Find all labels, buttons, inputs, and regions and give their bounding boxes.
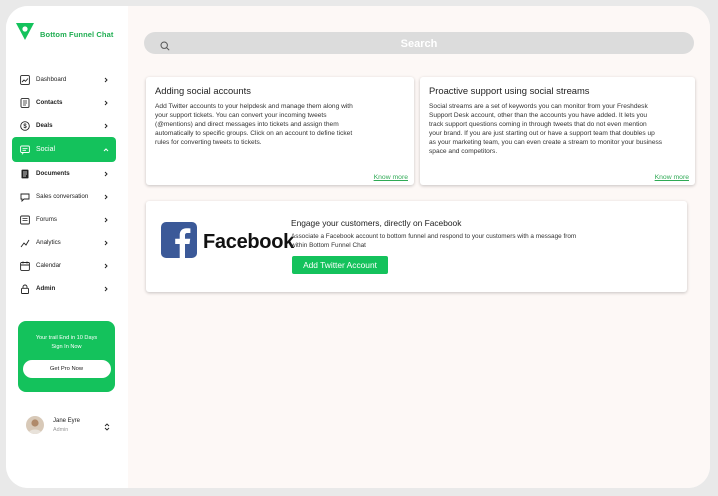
deals-icon: $ xyxy=(19,120,30,131)
search-placeholder: Search xyxy=(400,38,438,50)
chevron-right-icon xyxy=(102,76,110,84)
facebook-wordmark: Facebook xyxy=(203,231,294,253)
add-twitter-account-button[interactable]: Add Twitter Account xyxy=(292,256,388,274)
sidebar-item-analytics[interactable]: Analytics xyxy=(12,231,116,254)
card-text-line: track support questions coming in throug… xyxy=(429,121,647,128)
card-text-line: your support tickets. You can convert yo… xyxy=(155,112,327,119)
chevron-right-icon xyxy=(102,285,110,293)
sidebar-item-label: Social xyxy=(36,146,56,153)
card-text-line: rules for converting tweets to tickets. xyxy=(155,139,262,146)
chevron-right-icon xyxy=(102,239,110,247)
upgrade-promo: Your trail End in 10 Days Sign In Now Ge… xyxy=(18,321,115,392)
forums-icon xyxy=(19,214,30,225)
sidebar-item-documents[interactable]: Documents xyxy=(12,162,116,185)
chevron-right-icon xyxy=(102,170,110,178)
card-text-line: Add Twitter accounts to your helpdesk an… xyxy=(155,103,353,110)
app-window: Bottom Funnel Chat Dashboard Contacts $ xyxy=(6,6,710,488)
facebook-card-description: Associate a Facebook account to bottom f… xyxy=(291,232,576,250)
sidebar-item-label: Sales conversation xyxy=(36,193,89,200)
brand-name: Bottom Funnel Chat xyxy=(40,29,114,39)
chevron-right-icon xyxy=(102,99,110,107)
card-text-line: (@mentions) and direct messages into tic… xyxy=(155,121,339,128)
chat-icon xyxy=(19,191,30,202)
get-pro-button[interactable]: Get Pro Now xyxy=(22,360,111,378)
card-text-line: your brand. If you are just starting out… xyxy=(429,130,655,137)
sidebar-nav: Dashboard Contacts $ Deals Social Docume… xyxy=(12,68,116,300)
sidebar-item-label: Forums xyxy=(36,216,57,223)
card-text-line: as your marketing team, you can even cre… xyxy=(429,139,663,146)
facebook-desc-line: Associate a Facebook account to bottom f… xyxy=(291,233,577,240)
documents-icon xyxy=(19,168,30,179)
search-bar[interactable]: Search xyxy=(144,32,694,54)
sidebar-item-social[interactable]: Social xyxy=(12,137,116,162)
analytics-icon xyxy=(19,237,30,248)
contacts-icon xyxy=(19,97,30,108)
card-body: Add Twitter accounts to your helpdesk an… xyxy=(155,102,353,147)
chevron-right-icon xyxy=(102,193,110,201)
chevron-up-icon xyxy=(102,146,110,154)
sidebar: Bottom Funnel Chat Dashboard Contacts $ xyxy=(6,6,129,488)
info-card-social-streams: Proactive support using social streams S… xyxy=(420,77,695,185)
sidebar-item-sales-conversation[interactable]: Sales conversation xyxy=(12,185,116,208)
brand-logo-icon xyxy=(16,23,34,45)
sidebar-item-label: Admin xyxy=(36,285,56,292)
sidebar-item-label: Analytics xyxy=(36,239,61,246)
card-text-line: space and competitors. xyxy=(429,148,498,155)
svg-text:$: $ xyxy=(23,124,27,130)
know-more-link[interactable]: Know more xyxy=(374,174,408,181)
card-title: Proactive support using social streams xyxy=(429,85,590,96)
card-text-line: Social streams are a set of keywords you… xyxy=(429,103,648,110)
user-name: Jane Eyre xyxy=(53,418,81,424)
social-icon xyxy=(19,144,30,155)
lock-icon xyxy=(19,283,30,294)
user-role: Admin xyxy=(53,427,69,433)
sidebar-item-calendar[interactable]: Calendar xyxy=(12,254,116,277)
card-title: Adding social accounts xyxy=(155,85,251,96)
sidebar-item-admin[interactable]: Admin xyxy=(12,277,116,300)
promo-trial-text: Your trail End in 10 Days xyxy=(35,335,98,341)
dashboard-icon xyxy=(19,74,30,85)
sidebar-item-label: Calendar xyxy=(36,262,62,269)
facebook-logo-icon xyxy=(161,222,197,258)
card-body: Social streams are a set of keywords you… xyxy=(429,102,662,156)
brand[interactable]: Bottom Funnel Chat xyxy=(16,23,113,45)
sidebar-item-dashboard[interactable]: Dashboard xyxy=(12,68,116,91)
chevron-updown-icon[interactable] xyxy=(104,419,110,437)
chevron-right-icon xyxy=(102,122,110,130)
sidebar-item-forums[interactable]: Forums xyxy=(12,208,116,231)
avatar xyxy=(26,416,44,434)
sidebar-item-label: Deals xyxy=(36,122,53,129)
main-content: Search Adding social accounts Add Twitte… xyxy=(128,6,710,488)
sidebar-item-label: Contacts xyxy=(36,99,63,106)
card-text-line: Support Desk account, other than the acc… xyxy=(429,112,648,119)
chevron-right-icon xyxy=(102,216,110,224)
facebook-integration-card: Facebook Engage your customers, directly… xyxy=(146,201,687,292)
sidebar-item-label: Documents xyxy=(36,170,70,177)
promo-signin-text[interactable]: Sign In Now xyxy=(18,343,115,352)
sidebar-item-contacts[interactable]: Contacts xyxy=(12,91,116,114)
user-profile[interactable]: Jane Eyre Admin xyxy=(26,414,110,438)
sidebar-item-deals[interactable]: $ Deals xyxy=(12,114,116,137)
card-text-line: automatically to specific groups. Click … xyxy=(155,130,353,137)
info-card-social-accounts: Adding social accounts Add Twitter accou… xyxy=(146,77,414,185)
know-more-link[interactable]: Know more xyxy=(655,174,689,181)
chevron-right-icon xyxy=(102,262,110,270)
facebook-desc-line: within Bottom Funnel Chat xyxy=(291,242,366,249)
sidebar-item-label: Dashboard xyxy=(36,76,67,83)
facebook-card-title: Engage your customers, directly on Faceb… xyxy=(291,218,462,228)
calendar-icon xyxy=(19,260,30,271)
